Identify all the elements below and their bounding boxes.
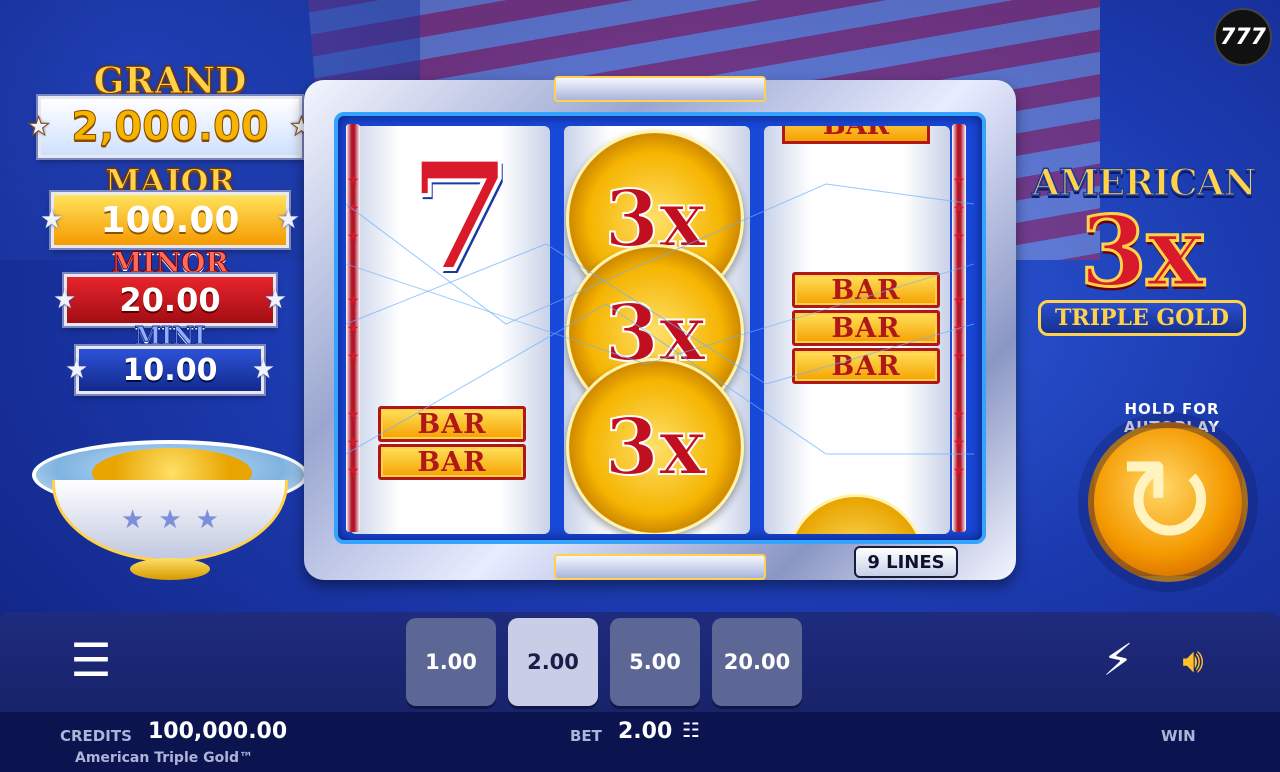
bet-value: 2.00	[618, 719, 673, 744]
star-icon: ★	[952, 292, 966, 308]
star-icon: ★	[346, 406, 360, 422]
reel-frame-bottom-cap	[554, 554, 766, 580]
bowl-base	[130, 558, 210, 580]
jackpot-major-box: ★ 100.00 ★	[40, 192, 300, 248]
star-icon: ★	[65, 355, 89, 385]
info-bar: CREDITS 100,000.00 American Triple Gold™…	[0, 712, 1280, 772]
star-icon: ★	[952, 406, 966, 422]
star-icon: ★	[26, 112, 51, 143]
symbol-3x-coin: 3x	[566, 358, 744, 534]
game-name: American Triple Gold™	[75, 750, 254, 766]
bet-option-2-selected[interactable]: 2.00	[508, 618, 598, 706]
bet-settings-icon[interactable]: ☷	[682, 718, 710, 744]
bar-tile: BAR	[792, 272, 940, 308]
star-icon: ★	[952, 434, 966, 450]
bar-tile: BAR	[792, 310, 940, 346]
star-icon: ★	[952, 348, 966, 364]
jackpot-mini-label: MINI	[134, 321, 206, 350]
star-icon: ★	[195, 504, 219, 534]
jackpot-minor-box: ★ 20.00 ★	[53, 274, 287, 326]
symbol-seven: 7	[406, 129, 514, 305]
star-icon: ★	[346, 434, 360, 450]
symbol-coin-partial	[786, 494, 926, 534]
reel-frame-top-cap	[554, 76, 766, 102]
star-icon: ★	[346, 228, 360, 244]
star-icon: ★	[158, 504, 182, 534]
jackpot-minor: MINOR ★ 20.00 ★	[20, 247, 320, 326]
jackpot-grand-label: GRAND	[93, 60, 247, 102]
jackpot-mini-box: ★ 10.00 ★	[65, 346, 275, 394]
win-label: WIN	[1161, 727, 1196, 745]
symbol-double-bar: BAR BAR	[378, 406, 526, 480]
game-logo-bottom: TRIPLE GOLD	[1038, 300, 1246, 336]
spin-button[interactable]: ↻	[1088, 422, 1248, 582]
star-icon: ★	[346, 200, 360, 216]
star-icon: ★	[276, 205, 300, 235]
bet-option-3[interactable]: 5.00	[610, 618, 700, 706]
provider-logo: 777	[1214, 8, 1272, 66]
hamburger-menu-icon[interactable]: ☰	[70, 637, 112, 683]
lines-badge: 9 LINES	[854, 546, 958, 578]
star-icon: ★	[952, 172, 966, 188]
jackpot-grand: GRAND ★ 2,000.00 ★	[20, 62, 320, 158]
game-logo: AMERICAN 3x TRIPLE GOLD	[1031, 156, 1257, 356]
control-bar: ☰ 1.00 2.00 5.00 20.00 ⚡︎ 🔊︎	[0, 612, 1280, 712]
star-icon: ★	[952, 462, 966, 478]
star-icon: ★	[952, 320, 966, 336]
reel-2: 3x 3x 3x	[564, 126, 750, 534]
jackpot-mini-value: 10.00	[122, 352, 218, 388]
bet-label: BET	[570, 727, 602, 745]
star-icon: ★	[263, 285, 287, 315]
jackpot-grand-box: ★ 2,000.00 ★	[26, 96, 314, 158]
spin-area: HOLD FOR AUTOPLAY ↻	[1070, 400, 1270, 596]
bar-tile: BAR	[378, 444, 526, 480]
reel-divider-right: ★ ★ ★ ★ ★ ★ ★ ★ ★	[952, 124, 966, 532]
speaker-icon[interactable]: 🔊︎	[1170, 638, 1216, 684]
star-icon: ★	[952, 228, 966, 244]
bar-tile: BAR	[378, 406, 526, 442]
bar-tile: BAR	[792, 348, 940, 384]
star-icon: ★	[121, 504, 145, 534]
star-icon: ★	[53, 285, 77, 315]
star-icon: ★	[346, 320, 360, 336]
reel-divider-left: ★ ★ ★ ★ ★ ★ ★ ★ ★	[346, 124, 360, 532]
reel-window: 7 BAR BAR 3x 3x 3x BAR BAR BAR BAR	[334, 112, 986, 544]
jackpot-major-value: 100.00	[100, 199, 240, 241]
star-icon: ★	[346, 292, 360, 308]
reel-3: BAR BAR BAR BAR	[764, 126, 950, 534]
jackpot-grand-value: 2,000.00	[71, 104, 269, 151]
jackpot-mini: MINI ★ 10.00 ★	[20, 321, 320, 394]
star-icon: ★	[346, 172, 360, 188]
star-icon: ★	[952, 200, 966, 216]
spin-arrow-icon: ↻	[1117, 435, 1219, 569]
bet-option-1[interactable]: 1.00	[406, 618, 496, 706]
bet-option-4[interactable]: 20.00	[712, 618, 802, 706]
star-icon: ★	[346, 462, 360, 478]
reel-1: 7 BAR BAR	[350, 126, 550, 534]
game-logo-3x: 3x	[1078, 195, 1205, 308]
star-icon: ★	[251, 355, 275, 385]
bowl-body: ★ ★ ★	[52, 480, 288, 562]
symbol-bar-partial: BAR	[782, 126, 930, 144]
lightning-icon[interactable]: ⚡︎	[1100, 636, 1136, 686]
star-icon: ★	[40, 205, 64, 235]
credits-value: 100,000.00	[148, 719, 288, 744]
jackpot-major: MAJOR ★ 100.00 ★	[20, 164, 320, 248]
star-icon: ★	[346, 348, 360, 364]
symbol-triple-bar: BAR BAR BAR	[792, 272, 940, 384]
coin-bowl-image: ★ ★ ★	[32, 440, 308, 582]
credits-label: CREDITS	[60, 727, 132, 745]
jackpot-minor-value: 20.00	[119, 281, 221, 319]
